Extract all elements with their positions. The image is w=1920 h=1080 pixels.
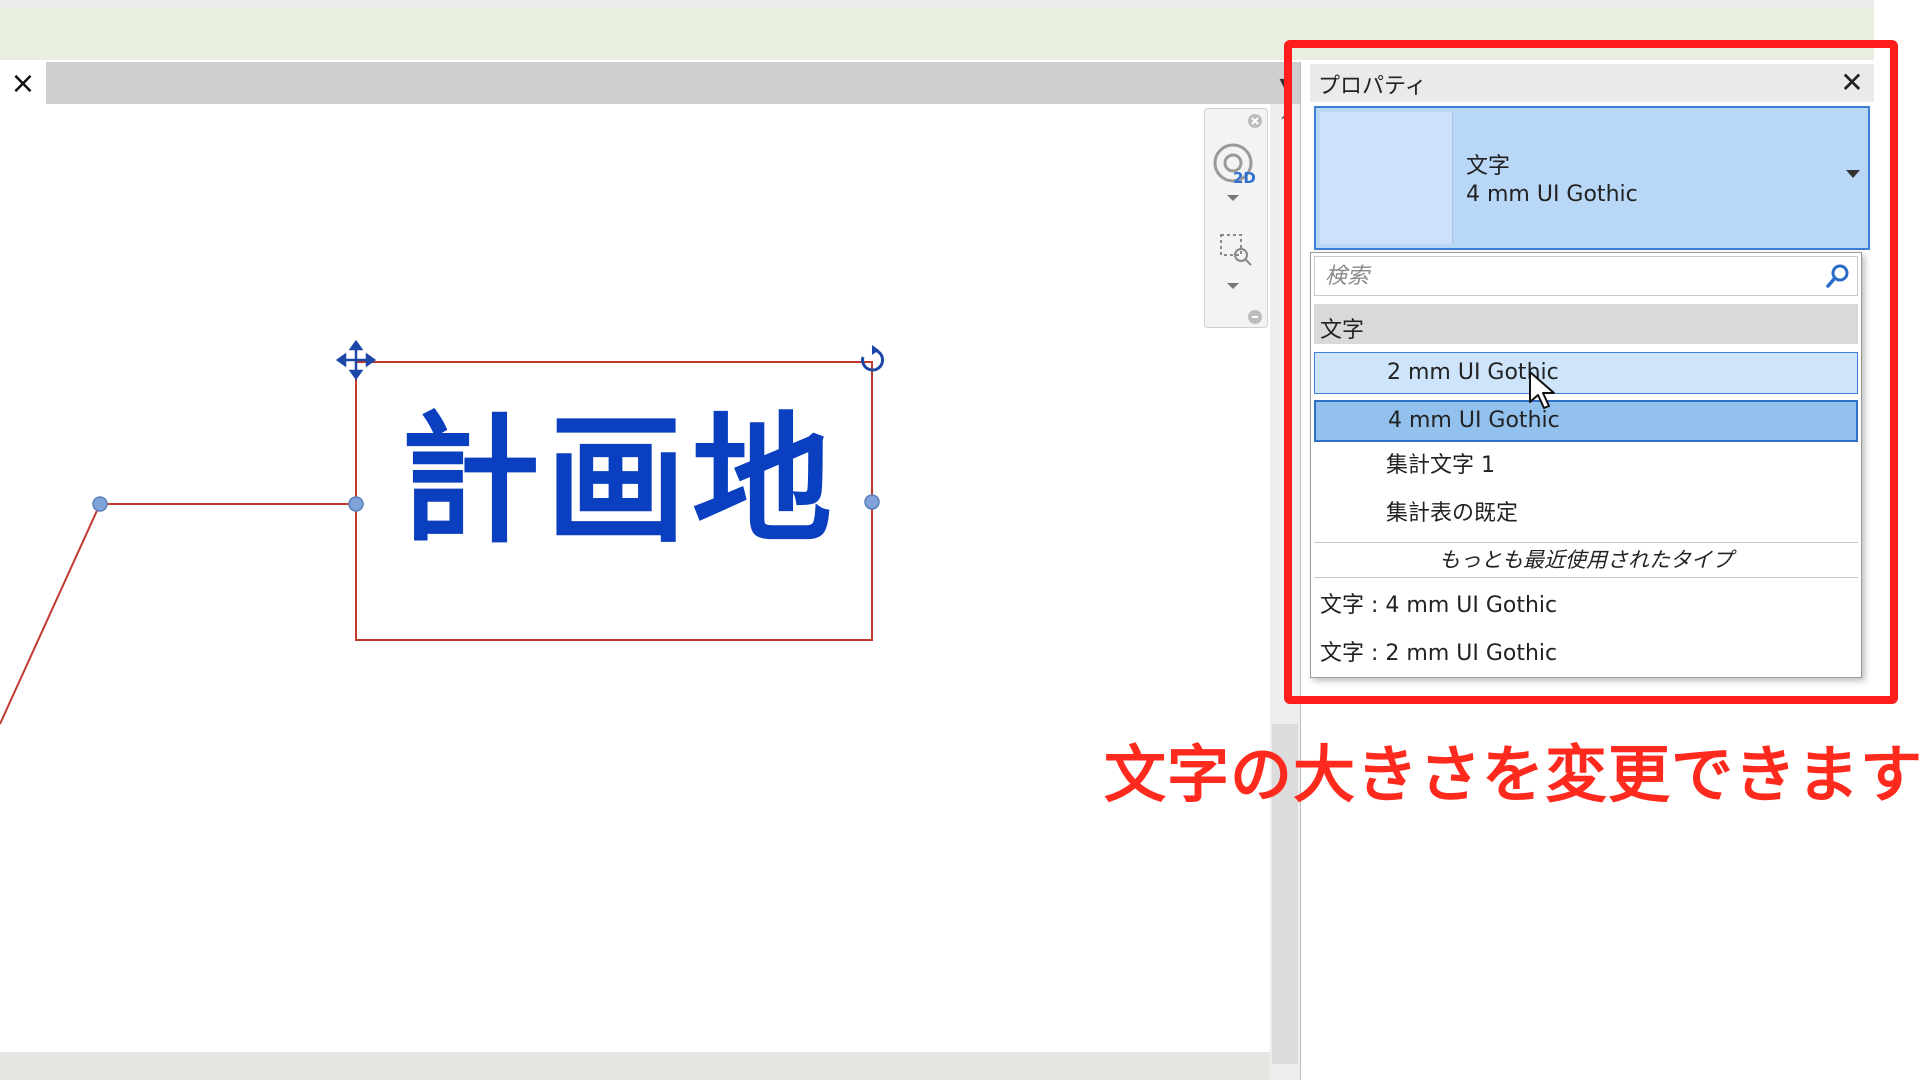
wheel-2d-badge: 2D <box>1233 169 1256 187</box>
canvas-drawing <box>0 339 884 725</box>
nav-options-icon <box>1248 310 1262 324</box>
leader-line <box>0 503 356 725</box>
annotation-caption: 文字の大きさを変更できます <box>1104 738 1920 811</box>
navigation-bar[interactable]: 2D <box>1204 108 1268 328</box>
leader-attach-grip <box>348 496 364 512</box>
annotation-highlight-box <box>1284 40 1898 704</box>
wheel-menu-arrow-icon <box>1227 195 1239 201</box>
drawing-canvas[interactable]: 計画地 <box>0 104 1270 1080</box>
zoom-menu-arrow-icon <box>1227 283 1239 289</box>
view-tab-bar <box>0 62 1300 104</box>
canvas-text-element[interactable]: 計画地 <box>400 412 838 552</box>
zoom-region-icon <box>1220 234 1252 266</box>
view-close-icon[interactable]: × <box>0 62 46 104</box>
leader-end-grip <box>92 496 108 512</box>
move-grip-icon <box>335 339 377 381</box>
canvas-bottom-strip <box>0 1052 1270 1080</box>
title-bar <box>0 0 1874 8</box>
nav-close-icon <box>1248 114 1262 128</box>
width-grip <box>864 494 880 510</box>
